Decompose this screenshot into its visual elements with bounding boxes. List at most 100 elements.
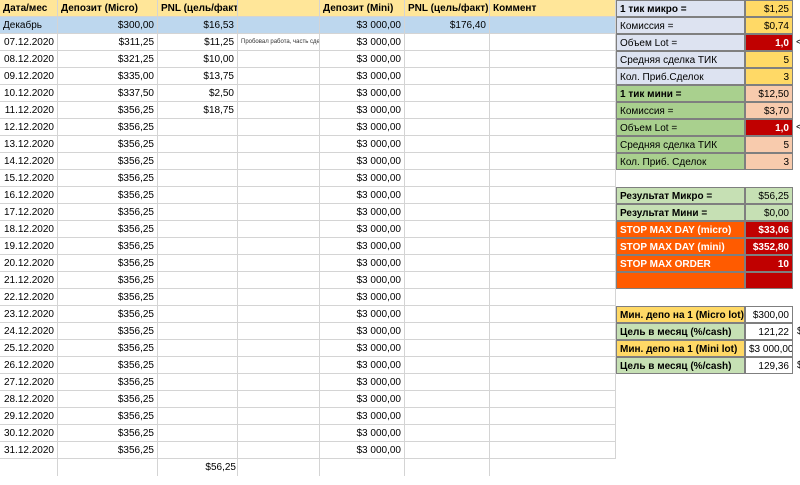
micro-count-label[interactable]: Кол. Приб.Сделок <box>616 68 745 85</box>
cell-pnl-mini[interactable] <box>405 323 490 340</box>
cell-deposit-micro[interactable]: $356,25 <box>58 187 158 204</box>
micro-commission-label[interactable]: Комиссия = <box>616 17 745 34</box>
cell-note[interactable] <box>238 442 320 459</box>
cell-pnl-micro[interactable]: $11,25 <box>158 34 238 51</box>
cell-deposit-micro[interactable]: $356,25 <box>58 221 158 238</box>
cell-deposit-mini[interactable]: $3 000,00 <box>320 323 405 340</box>
header-deposit-micro[interactable]: Депозит (Micro) <box>58 0 158 17</box>
cell-pnl-mini[interactable] <box>405 170 490 187</box>
mini-avg-label[interactable]: Средняя сделка ТИК <box>616 136 745 153</box>
cell-date[interactable]: 07.12.2020 <box>0 34 58 51</box>
cell-date[interactable]: 12.12.2020 <box>0 119 58 136</box>
cell-pnl-micro[interactable] <box>158 391 238 408</box>
cell-deposit-micro[interactable]: $356,25 <box>58 153 158 170</box>
goal-mini-value[interactable]: 129,36 <box>745 357 793 374</box>
cell-deposit-mini[interactable]: $3 000,00 <box>320 34 405 51</box>
cell-deposit-micro[interactable]: $356,25 <box>58 272 158 289</box>
cell-deposit-micro[interactable]: $356,25 <box>58 374 158 391</box>
cell-deposit-mini[interactable]: $3 000,00 <box>320 255 405 272</box>
cell-pnl-micro[interactable] <box>158 153 238 170</box>
cell-deposit-micro[interactable]: $356,25 <box>58 119 158 136</box>
cell-pnl-mini[interactable] <box>405 68 490 85</box>
cell-pnl-micro[interactable] <box>158 357 238 374</box>
cell-pnl-mini[interactable] <box>405 442 490 459</box>
min-depo-mini-value[interactable]: $3 000,00 <box>745 340 793 357</box>
cell-pnl-mini[interactable] <box>405 255 490 272</box>
stop-empty-label[interactable] <box>616 272 745 289</box>
cell-note[interactable] <box>238 306 320 323</box>
cell-comment[interactable] <box>490 374 616 391</box>
month-label[interactable]: Декабрь <box>0 17 58 34</box>
cell-note[interactable] <box>238 221 320 238</box>
micro-commission-value[interactable]: $0,74 <box>745 17 793 34</box>
cell-pnl-mini[interactable] <box>405 153 490 170</box>
cell-pnl-micro[interactable]: $10,00 <box>158 51 238 68</box>
cell-pnl-micro[interactable] <box>158 306 238 323</box>
cell-note[interactable] <box>238 119 320 136</box>
cell-deposit-mini[interactable]: $3 000,00 <box>320 357 405 374</box>
cell-pnl-mini[interactable] <box>405 374 490 391</box>
cell-pnl-mini[interactable] <box>405 425 490 442</box>
cell-pnl-mini[interactable] <box>405 289 490 306</box>
cell-pnl-micro[interactable] <box>158 221 238 238</box>
cell-deposit-mini[interactable]: $3 000,00 <box>320 306 405 323</box>
cell-comment[interactable] <box>490 238 616 255</box>
month-pnl-mini[interactable]: $176,40 <box>405 17 490 34</box>
cell-date[interactable]: 19.12.2020 <box>0 238 58 255</box>
cell-date[interactable]: 23.12.2020 <box>0 306 58 323</box>
cell-pnl-micro[interactable] <box>158 255 238 272</box>
cell-comment[interactable] <box>490 221 616 238</box>
cell-pnl-mini[interactable] <box>405 391 490 408</box>
cell-pnl-micro[interactable] <box>158 408 238 425</box>
cell-pnl-mini[interactable] <box>405 221 490 238</box>
cell-pnl-mini[interactable] <box>405 408 490 425</box>
micro-lot-label[interactable]: Объем Lot = <box>616 34 745 51</box>
micro-lot-value[interactable]: 1,0 <box>745 34 793 51</box>
cell-pnl-mini[interactable] <box>405 51 490 68</box>
cell-deposit-mini[interactable]: $3 000,00 <box>320 85 405 102</box>
cell-note[interactable] <box>238 255 320 272</box>
cell-date[interactable]: 11.12.2020 <box>0 102 58 119</box>
cell-date[interactable]: 08.12.2020 <box>0 51 58 68</box>
cell-note[interactable] <box>238 408 320 425</box>
cell-deposit-mini[interactable]: $3 000,00 <box>320 289 405 306</box>
cell-deposit-mini[interactable]: $3 000,00 <box>320 442 405 459</box>
total-pnl-micro[interactable]: $56,25 <box>158 459 239 476</box>
cell-note[interactable] <box>238 323 320 340</box>
cell-pnl-micro[interactable] <box>158 289 238 306</box>
mini-avg-value[interactable]: 5 <box>745 136 793 153</box>
cell-date[interactable]: 16.12.2020 <box>0 187 58 204</box>
cell-deposit-micro[interactable]: $356,25 <box>58 289 158 306</box>
cell-date[interactable]: 29.12.2020 <box>0 408 58 425</box>
cell-comment[interactable] <box>490 289 616 306</box>
cell-comment[interactable] <box>490 255 616 272</box>
mini-commission-label[interactable]: Комиссия = <box>616 102 745 119</box>
stop-day-mini-value[interactable]: $352,80 <box>745 238 793 255</box>
cell-note[interactable] <box>238 238 320 255</box>
stop-day-micro-value[interactable]: $33,06 <box>745 221 793 238</box>
cell-deposit-micro[interactable]: $356,25 <box>58 238 158 255</box>
cell-note[interactable] <box>238 170 320 187</box>
cell-deposit-mini[interactable]: $3 000,00 <box>320 51 405 68</box>
cell-pnl-mini[interactable] <box>405 85 490 102</box>
goal-micro-value[interactable]: 121,22 <box>745 323 793 340</box>
cell-note[interactable] <box>238 272 320 289</box>
header-pnl-mini[interactable]: PNL (цель/факт) <box>405 0 490 17</box>
cell-deposit-micro[interactable]: $311,25 <box>58 34 158 51</box>
cell-deposit-mini[interactable]: $3 000,00 <box>320 204 405 221</box>
header-pnl-micro[interactable]: PNL (цель/факт) <box>158 0 238 17</box>
cell-deposit-micro[interactable]: $356,25 <box>58 357 158 374</box>
cell-deposit-micro[interactable]: $356,25 <box>58 170 158 187</box>
stop-order-value[interactable]: 10 <box>745 255 793 272</box>
cell-comment[interactable] <box>490 34 616 51</box>
cell-note[interactable] <box>238 289 320 306</box>
cell-deposit-micro[interactable]: $356,25 <box>58 340 158 357</box>
cell-date[interactable]: 18.12.2020 <box>0 221 58 238</box>
cell-date[interactable]: 14.12.2020 <box>0 153 58 170</box>
cell-pnl-mini[interactable] <box>405 204 490 221</box>
cell-comment[interactable] <box>490 51 616 68</box>
month-deposit-micro[interactable]: $300,00 <box>58 17 158 34</box>
stop-order-label[interactable]: STOP MAX ORDER <box>616 255 745 272</box>
month-empty[interactable] <box>238 17 320 34</box>
mini-lot-label[interactable]: Объем Lot = <box>616 119 745 136</box>
